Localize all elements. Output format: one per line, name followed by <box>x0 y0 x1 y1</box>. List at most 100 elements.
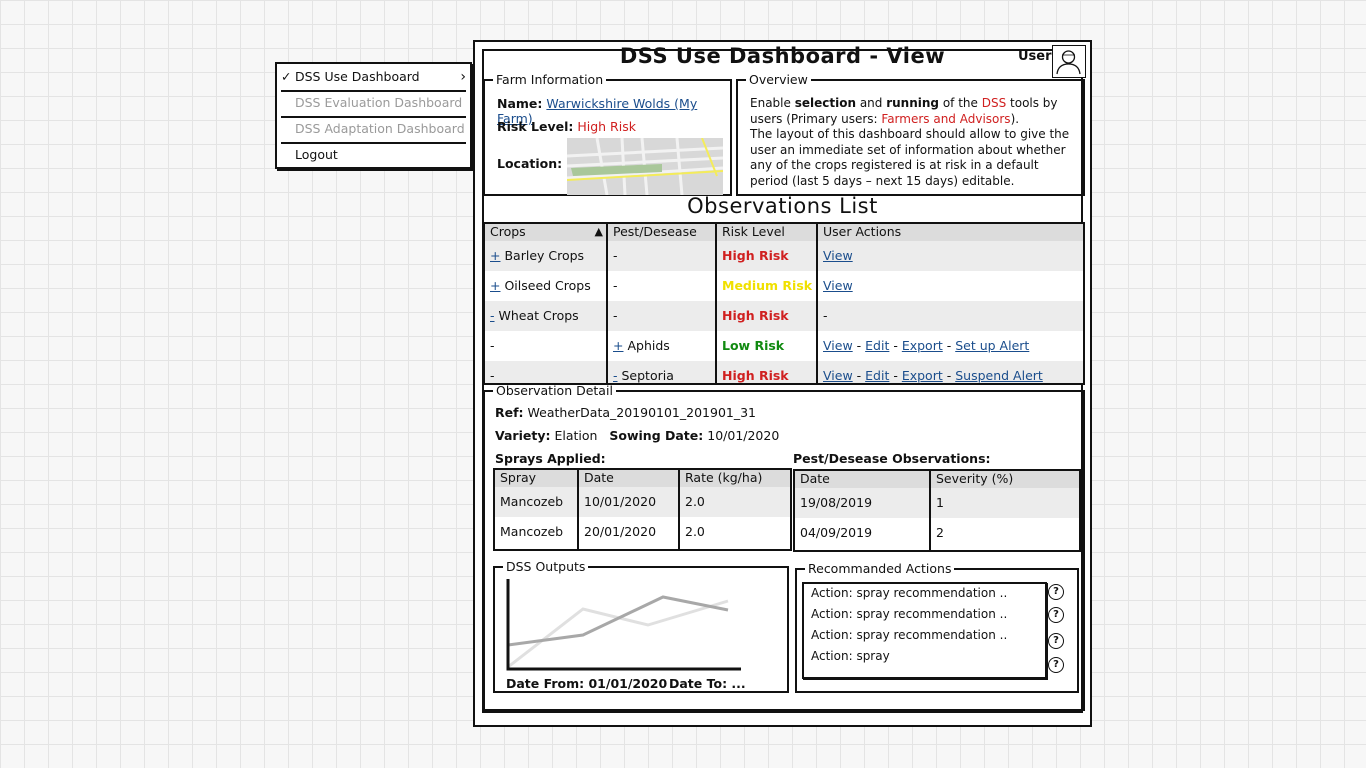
pest-observations-title: Pest/Desease Observations: <box>793 451 991 466</box>
expand-toggle[interactable]: + <box>490 248 500 263</box>
menu-item-label: DSS Adaptation Dashboard <box>295 121 465 136</box>
list-item[interactable]: Action: spray recommendation .. <box>811 607 1007 621</box>
export-link[interactable]: Export <box>902 368 943 383</box>
column-header-crops[interactable]: Crops ▲ <box>485 224 608 241</box>
menu-item-dss-evaluation-dashboard[interactable]: DSS Evaluation Dashboard <box>277 90 470 116</box>
column-divider <box>606 224 608 383</box>
help-icon[interactable]: ? <box>1048 607 1064 623</box>
spray-name: Mancozeb <box>500 524 564 539</box>
column-header-rate[interactable]: Rate (kg/ha) <box>680 470 790 487</box>
recommended-actions-list: Action: spray recommendation .. Action: … <box>802 582 1047 679</box>
list-item[interactable]: Action: spray recommendation .. <box>811 628 1007 642</box>
date-to-label[interactable]: Date To: ... <box>669 676 746 691</box>
observation-detail-legend: Observation Detail <box>493 384 616 397</box>
expand-toggle[interactable]: + <box>490 278 500 293</box>
column-header-spray[interactable]: Spray <box>495 470 579 487</box>
export-link[interactable]: Export <box>902 338 943 353</box>
dss-outputs-panel: DSS Outputs Date From: 01/01/2020 Date T… <box>493 560 789 693</box>
pest-name: Septoria <box>621 368 674 383</box>
risk-level: High Risk <box>722 248 789 263</box>
dashboard-window: DSS Use Dashboard - View User: Farm Info… <box>473 40 1092 727</box>
crop-name: Barley Crops <box>504 248 585 263</box>
spray-date: 20/01/2020 <box>584 524 657 539</box>
crop-name: Oilseed Crops <box>504 278 591 293</box>
help-icon[interactable]: ? <box>1048 633 1064 649</box>
view-link[interactable]: View <box>823 368 853 383</box>
column-header-user-actions[interactable]: User Actions <box>818 224 1083 241</box>
chevron-right-icon: › <box>460 69 466 85</box>
view-link[interactable]: View <box>823 248 853 263</box>
overview-legend: Overview <box>746 73 811 86</box>
observation-date: 19/08/2019 <box>800 495 873 510</box>
dss-outputs-line-chart[interactable] <box>503 571 743 671</box>
help-icon[interactable]: ? <box>1048 584 1064 600</box>
sprays-table: Spray Date Rate (kg/ha) Mancozeb 10/01/2… <box>493 468 792 551</box>
farm-information-panel: Farm Information Name: Warwickshire Wold… <box>483 73 732 196</box>
page-title: DSS Use Dashboard - View <box>619 44 946 68</box>
user-label: User: <box>1018 49 1057 64</box>
spray-name: Mancozeb <box>500 494 564 509</box>
menu-item-label: DSS Evaluation Dashboard <box>295 95 463 110</box>
column-header-risk-level[interactable]: Risk Level <box>717 224 818 241</box>
column-divider <box>577 470 579 549</box>
crop-name: - <box>490 338 495 353</box>
spray-rate: 2.0 <box>685 524 705 539</box>
no-actions: - <box>823 308 828 323</box>
column-divider <box>929 471 931 550</box>
column-divider <box>816 224 818 383</box>
menu-item-logout[interactable]: Logout <box>277 142 470 168</box>
farm-name-label: Name: <box>497 96 543 111</box>
table-row: + Barley Crops - High Risk View <box>485 241 1083 271</box>
view-link[interactable]: View <box>823 338 853 353</box>
expand-toggle[interactable]: + <box>613 338 623 353</box>
variety-value: Elation <box>554 428 598 443</box>
location-map[interactable] <box>567 138 723 195</box>
crop-name: Wheat Crops <box>498 308 579 323</box>
collapse-toggle[interactable]: - <box>613 368 618 383</box>
pest-name: - <box>613 248 618 263</box>
column-header-severity[interactable]: Severity (%) <box>931 471 1079 488</box>
ref-label: Ref: <box>495 405 524 420</box>
list-item[interactable]: Action: spray recommendation .. <box>811 586 1007 600</box>
risk-level: High Risk <box>722 308 789 323</box>
risk-level: Low Risk <box>722 338 785 353</box>
table-row: + Oilseed Crops - Medium Risk View <box>485 271 1083 301</box>
column-header-date[interactable]: Date <box>795 471 931 488</box>
pest-name: - <box>613 308 618 323</box>
pest-name: Aphids <box>627 338 670 353</box>
risk-level: High Risk <box>722 368 789 383</box>
menu-item-dss-use-dashboard[interactable]: ✓ DSS Use Dashboard › <box>277 64 470 90</box>
menu-item-label: DSS Use Dashboard <box>295 69 420 84</box>
observation-severity: 2 <box>936 525 944 540</box>
observation-detail-panel: Observation Detail Ref: WeatherData_2019… <box>483 384 1085 711</box>
list-item[interactable]: Action: spray <box>811 649 890 663</box>
set-up-alert-link[interactable]: Set up Alert <box>955 338 1029 353</box>
menu-item-dss-adaptation-dashboard[interactable]: DSS Adaptation Dashboard <box>277 116 470 142</box>
overview-text: Enable selection and running of the DSS … <box>750 96 1070 188</box>
sowing-date-value: 10/01/2020 <box>707 428 780 443</box>
sort-ascending-icon[interactable]: ▲ <box>595 224 603 240</box>
column-header-date[interactable]: Date <box>579 470 680 487</box>
risk-level-label: Risk Level: <box>497 119 574 134</box>
view-link[interactable]: View <box>823 278 853 293</box>
date-from-label[interactable]: Date From: 01/01/2020 <box>506 676 667 691</box>
edit-link[interactable]: Edit <box>865 368 889 383</box>
recommended-actions-legend: Recommanded Actions <box>805 562 955 575</box>
edit-link[interactable]: Edit <box>865 338 889 353</box>
menu-item-label: Logout <box>295 147 338 162</box>
ref-value: WeatherData_20190101_201901_31 <box>527 405 757 420</box>
collapse-toggle[interactable]: - <box>490 308 495 323</box>
dashboard-menu: ✓ DSS Use Dashboard › DSS Evaluation Das… <box>275 62 472 169</box>
spray-rate: 2.0 <box>685 494 705 509</box>
crop-name: - <box>490 368 495 383</box>
sprays-applied-title: Sprays Applied: <box>495 451 606 466</box>
spray-date: 10/01/2020 <box>584 494 657 509</box>
suspend-alert-link[interactable]: Suspend Alert <box>955 368 1043 383</box>
help-icon[interactable]: ? <box>1048 657 1064 673</box>
location-label: Location: <box>497 156 563 171</box>
column-header-pest[interactable]: Pest/Desease <box>608 224 717 241</box>
farm-information-legend: Farm Information <box>493 73 607 86</box>
column-divider <box>678 470 680 549</box>
checkmark-icon: ✓ <box>281 69 292 84</box>
pest-observations-table: Date Severity (%) 19/08/2019 1 04/09/201… <box>793 469 1081 552</box>
